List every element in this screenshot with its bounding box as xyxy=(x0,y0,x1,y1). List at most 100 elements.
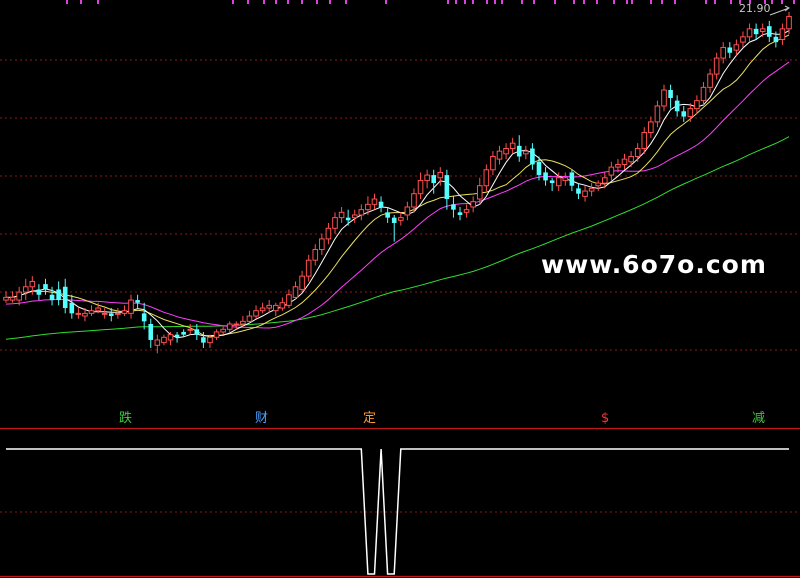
top-tick-14 xyxy=(455,0,457,4)
candle-104 xyxy=(687,103,694,122)
candle-body-98 xyxy=(648,121,654,134)
candle-body-27 xyxy=(181,331,186,335)
signal-marker-5: 减 xyxy=(752,411,766,426)
candle-body-30 xyxy=(201,337,206,343)
top-tick-25 xyxy=(596,0,598,4)
candle-114 xyxy=(753,23,759,40)
top-tick-15 xyxy=(464,0,466,4)
candle-51 xyxy=(338,207,345,223)
candle-118 xyxy=(779,23,786,45)
candle-73 xyxy=(483,164,490,192)
candle-body-119 xyxy=(786,15,792,30)
candle-body-3 xyxy=(22,286,29,293)
candle-102 xyxy=(674,95,680,117)
signal-marker-4: $ xyxy=(601,411,610,426)
candle-body-68 xyxy=(451,204,456,210)
candle-body-10 xyxy=(69,302,75,314)
candle-20 xyxy=(135,294,140,309)
candle-41 xyxy=(272,302,279,317)
candle-body-6 xyxy=(43,284,48,290)
top-tick-19 xyxy=(501,0,503,4)
candle-46 xyxy=(305,254,312,282)
candle-107 xyxy=(707,68,713,93)
candle-body-71 xyxy=(470,201,476,208)
candle-body-103 xyxy=(681,111,687,117)
candle-body-21 xyxy=(141,313,147,322)
candle-92 xyxy=(608,161,615,181)
candle-body-42 xyxy=(279,302,286,309)
candle-body-51 xyxy=(338,211,345,219)
candle-10 xyxy=(69,294,75,319)
candle-48 xyxy=(319,233,325,255)
top-tick-3 xyxy=(232,0,234,4)
candle-56 xyxy=(371,193,378,210)
candle-99 xyxy=(654,100,661,128)
candle-body-118 xyxy=(779,28,786,40)
candle-body-4 xyxy=(29,280,36,288)
candle-body-49 xyxy=(325,227,332,240)
candle-53 xyxy=(351,209,358,223)
candle-body-99 xyxy=(654,105,661,123)
candle-body-12 xyxy=(82,312,88,317)
top-tick-27 xyxy=(626,0,628,4)
candle-83 xyxy=(549,177,555,192)
candle-body-11 xyxy=(75,312,82,315)
candle-body-97 xyxy=(641,132,648,150)
top-tick-18 xyxy=(494,0,496,4)
candle-116 xyxy=(766,20,772,43)
candle-body-22 xyxy=(148,324,154,340)
candle-89 xyxy=(588,183,595,197)
candle-body-39 xyxy=(259,307,266,312)
candle-body-64 xyxy=(424,174,430,181)
candle-0 xyxy=(3,291,9,303)
top-tick-6 xyxy=(275,0,277,4)
candle-42 xyxy=(279,297,286,311)
signal-marker-2: 财 xyxy=(255,411,269,426)
candle-body-77 xyxy=(509,142,516,150)
candle-108 xyxy=(713,52,720,80)
top-tick-30 xyxy=(661,0,663,4)
candle-38 xyxy=(253,305,259,319)
candle-body-114 xyxy=(753,28,759,35)
candle-105 xyxy=(694,95,700,114)
candle-8 xyxy=(56,281,61,306)
candle-57 xyxy=(378,196,384,213)
candle-94 xyxy=(621,153,628,170)
stock-chart[interactable] xyxy=(0,0,800,578)
candle-body-2 xyxy=(16,291,22,301)
candle-body-112 xyxy=(740,36,746,43)
candle-body-65 xyxy=(431,175,436,184)
candle-1 xyxy=(9,291,16,303)
candle-body-72 xyxy=(476,185,483,200)
candle-body-88 xyxy=(582,190,588,197)
candle-18 xyxy=(121,305,128,317)
candle-body-53 xyxy=(351,214,358,219)
price-arrow xyxy=(769,5,790,16)
candle-body-95 xyxy=(628,155,634,163)
candle-body-86 xyxy=(569,172,575,186)
ma-long-line xyxy=(5,61,790,329)
candle-body-19 xyxy=(128,299,134,314)
top-tick-29 xyxy=(650,0,652,4)
candle-6 xyxy=(43,278,48,295)
candle-body-70 xyxy=(463,209,470,213)
candle-body-109 xyxy=(720,46,727,59)
top-tick-17 xyxy=(486,0,488,4)
candle-body-80 xyxy=(530,148,535,165)
candle-body-48 xyxy=(319,238,325,251)
top-tick-4 xyxy=(247,0,249,4)
candle-body-60 xyxy=(398,217,404,221)
candle-body-18 xyxy=(121,310,128,314)
candle-body-69 xyxy=(457,212,463,215)
candle-59 xyxy=(391,214,397,242)
top-tick-39 xyxy=(781,0,783,4)
top-tick-12 xyxy=(385,0,387,4)
candle-body-28 xyxy=(187,328,194,331)
candle-64 xyxy=(424,169,430,189)
candle-74 xyxy=(490,151,496,176)
candle-32 xyxy=(213,329,220,340)
top-tick-0 xyxy=(66,0,68,4)
candle-44 xyxy=(292,281,299,301)
top-tick-11 xyxy=(345,0,347,4)
candle-body-73 xyxy=(483,169,490,187)
